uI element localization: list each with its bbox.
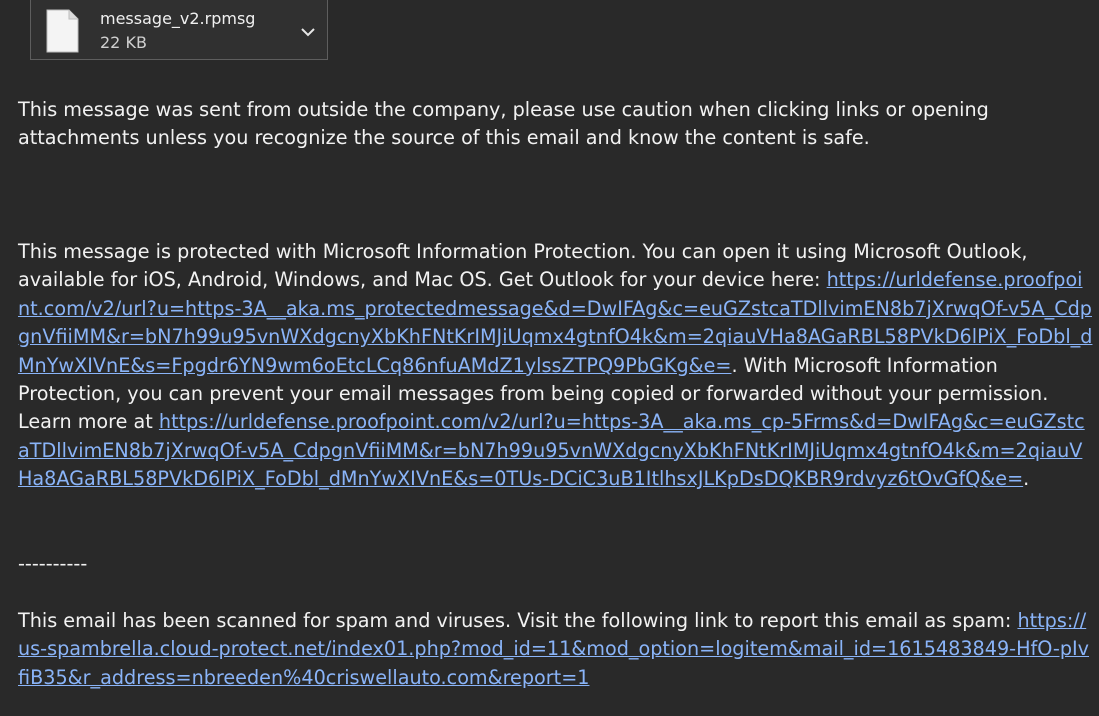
spam-notice: This email has been scanned for spam and… [18,607,1094,692]
learn-more-link[interactable]: https://urldefense.proofpoint.com/v2/url… [18,410,1085,490]
mip-text-3: . [1023,467,1030,491]
separator: ---------- [18,552,88,575]
mip-notice: This message is protected with Microsoft… [18,238,1094,494]
attachment-filename: message_v2.rpmsg [100,9,256,28]
spam-text: This email has been scanned for spam and… [18,609,1018,632]
chevron-down-icon[interactable] [299,23,317,41]
external-warning-text: This message was sent from outside the c… [18,98,989,150]
attachment-card[interactable]: message_v2.rpmsg 22 KB [30,0,328,60]
attachment-size: 22 KB [100,33,147,52]
file-icon [46,9,79,53]
